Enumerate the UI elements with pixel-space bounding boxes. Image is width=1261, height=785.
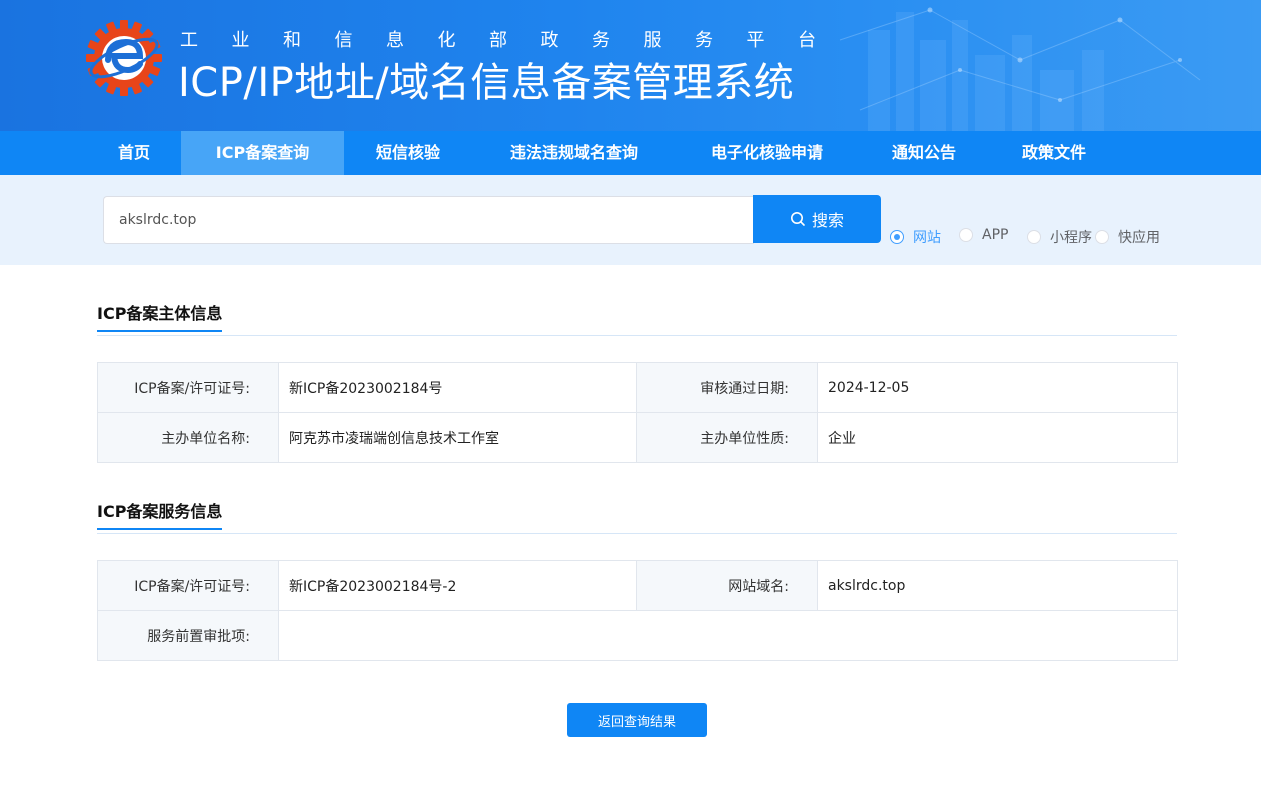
license-number-label: ICP备案/许可证号: — [97, 362, 279, 413]
nav-item-icp-query[interactable]: ICP备案查询 — [181, 131, 344, 175]
search-button[interactable]: 搜索 — [753, 195, 881, 243]
service-info-title: ICP备案服务信息 — [97, 498, 223, 530]
service-info-table: ICP备案/许可证号: 新ICP备2023002184号-2 网站域名: aks… — [97, 560, 1178, 661]
gear-e-logo-icon — [86, 20, 162, 96]
approval-date-value: 2024-12-05 — [817, 362, 1178, 413]
service-license-number-value: 新ICP备2023002184号-2 — [278, 560, 637, 611]
table-row: ICP备案/许可证号: 新ICP备2023002184号 审核通过日期: 202… — [97, 362, 1178, 413]
radio-app[interactable]: APP — [959, 227, 1008, 243]
pre-approval-items-label: 服务前置审批项: — [97, 610, 279, 661]
table-row: 主办单位名称: 阿克苏市凌瑞端创信息技术工作室 主办单位性质: 企业 — [97, 412, 1178, 463]
radio-label: 小程序 — [1050, 230, 1092, 246]
banner-title: ICP/IP地址/域名信息备案管理系统 — [178, 60, 795, 106]
subject-info-table: ICP备案/许可证号: 新ICP备2023002184号 审核通过日期: 202… — [97, 362, 1178, 463]
section-divider — [97, 335, 1177, 336]
radio-dot — [1095, 230, 1109, 244]
nav-item-sms-verify[interactable]: 短信核验 — [358, 131, 458, 175]
radio-mini-program[interactable]: 小程序 — [1027, 227, 1092, 247]
pre-approval-items-value — [278, 610, 1178, 661]
radio-dot — [1027, 230, 1041, 244]
search-band: 搜索 网站 APP 小程序 快应用 — [0, 175, 1261, 265]
license-number-value: 新ICP备2023002184号 — [278, 362, 637, 413]
approval-date-label: 审核通过日期: — [636, 362, 818, 413]
organizer-name-value: 阿克苏市凌瑞端创信息技术工作室 — [278, 412, 637, 463]
website-domain-value: akslrdc.top — [817, 560, 1178, 611]
website-domain-label: 网站域名: — [636, 560, 818, 611]
radio-label: APP — [982, 227, 1009, 243]
subject-info-title: ICP备案主体信息 — [97, 300, 223, 332]
radio-dot — [890, 230, 904, 244]
back-to-results-button[interactable]: 返回查询结果 — [567, 703, 707, 737]
header-banner: 工业和信息化部政务服务平台 ICP/IP地址/域名信息备案管理系统 — [0, 0, 1261, 131]
main-nav: 首页 ICP备案查询 短信核验 违法违规域名查询 电子化核验申请 通知公告 政策… — [0, 131, 1261, 175]
section-divider — [97, 533, 1177, 534]
nav-item-illegal-domain-query[interactable]: 违法违规域名查询 — [494, 131, 654, 175]
radio-quick-app[interactable]: 快应用 — [1095, 227, 1160, 247]
nav-item-e-verify-apply[interactable]: 电子化核验申请 — [694, 131, 840, 175]
organizer-name-label: 主办单位名称: — [97, 412, 279, 463]
table-row: ICP备案/许可证号: 新ICP备2023002184号-2 网站域名: aks… — [97, 560, 1178, 611]
nav-item-policy-docs[interactable]: 政策文件 — [1006, 131, 1102, 175]
nav-item-home[interactable]: 首页 — [98, 131, 170, 175]
radio-website[interactable]: 网站 — [890, 227, 941, 247]
search-button-label: 搜索 — [811, 211, 844, 230]
table-row: 服务前置审批项: — [97, 610, 1178, 661]
banner-subtitle: 工业和信息化部政务服务平台 — [180, 30, 850, 51]
radio-label: 快应用 — [1118, 230, 1160, 246]
search-input[interactable] — [103, 196, 754, 244]
radio-label: 网站 — [913, 230, 941, 246]
organizer-type-value: 企业 — [817, 412, 1178, 463]
radio-dot — [959, 228, 973, 242]
organizer-type-label: 主办单位性质: — [636, 412, 818, 463]
search-icon — [790, 212, 805, 226]
nav-item-notices[interactable]: 通知公告 — [876, 131, 972, 175]
service-license-number-label: ICP备案/许可证号: — [97, 560, 279, 611]
